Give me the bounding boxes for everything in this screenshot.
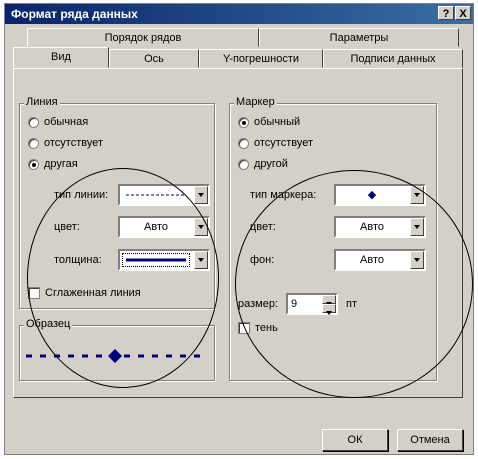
marker-type-label: тип маркера: [250,189,317,201]
line-type-value [120,186,192,204]
marker-color-value: Авто [360,221,384,233]
shadow-checkbox[interactable]: тень [238,322,278,334]
close-button[interactable]: X [455,6,471,20]
marker-option-label: обычный [254,116,301,128]
spin-down-icon[interactable] [322,304,336,315]
marker-option-normal[interactable]: обычный [238,116,300,128]
checkbox-icon [238,322,250,334]
radio-icon [238,137,249,149]
marker-group: Маркер обычный отсутствует другой тип ма… [229,96,437,381]
line-color-label: цвет: [54,221,80,233]
line-type-select[interactable] [118,184,210,206]
radio-icon [28,116,39,128]
dashed-line-icon [126,194,186,196]
marker-color-select[interactable]: Авто [334,216,426,238]
tab-panel-view: Линия обычная отсутствует другая тип лин… [13,68,463,398]
diamond-marker-icon: ◆ [367,189,377,201]
radio-selected-icon [28,158,39,170]
line-group: Линия обычная отсутствует другая тип лин… [19,96,215,309]
marker-size-value: 9 [291,298,298,310]
spin-up-icon[interactable] [322,295,336,306]
tab-data-labels[interactable]: Подписи данных [323,49,463,68]
line-option-label: другая [44,158,78,170]
dialog-window: Формат ряда данных ? X Порядок рядов Пар… [4,3,474,455]
tab-view[interactable]: Вид [13,47,109,68]
window-title: Формат ряда данных [11,7,138,21]
title-bar: Формат ряда данных ? X [5,4,473,24]
tab-series-order[interactable]: Порядок рядов [27,28,259,47]
tab-axis[interactable]: Ось [109,49,199,68]
marker-size-label: размер: [238,298,279,310]
marker-color-label: цвет: [250,221,276,233]
chevron-down-icon[interactable] [194,186,208,204]
shadow-label: тень [255,322,278,334]
marker-size-spinner[interactable]: 9 [286,293,338,315]
smooth-line-checkbox[interactable]: Сглаженная линия [28,287,141,299]
marker-option-label: отсутствует [254,137,314,149]
marker-option-custom[interactable]: другой [238,158,288,170]
line-color-value: Авто [144,221,168,233]
marker-bg-value: Авто [360,254,384,266]
radio-selected-icon [238,116,249,128]
line-option-none[interactable]: отсутствует [28,137,103,149]
radio-icon [238,158,249,170]
ok-button[interactable]: ОК [322,429,388,451]
sample-legend: Образец [24,318,73,330]
line-option-custom[interactable]: другая [28,158,78,170]
marker-option-label: другой [254,158,288,170]
line-type-label: тип линии: [54,189,109,201]
chevron-down-icon[interactable] [194,251,208,269]
line-legend: Линия [24,96,60,108]
line-option-normal[interactable]: обычная [28,116,88,128]
thick-line-icon [126,258,186,262]
line-color-select[interactable]: Авто [118,216,210,238]
line-option-label: отсутствует [44,137,104,149]
radio-icon [28,137,39,149]
cancel-button[interactable]: Отмена [397,429,463,451]
line-width-value [120,251,192,269]
chevron-down-icon[interactable] [194,218,208,236]
line-option-label: обычная [44,116,89,128]
sample-preview [26,349,204,363]
tab-y-error[interactable]: Y-погрешности [199,49,323,68]
marker-legend: Маркер [234,96,277,108]
marker-option-none[interactable]: отсутствует [238,137,313,149]
sample-group: Образец [19,318,215,381]
chevron-down-icon[interactable] [410,251,424,269]
marker-bg-select[interactable]: Авто [334,249,426,271]
marker-bg-label: фон: [250,254,275,266]
marker-size-unit: пт [346,298,357,310]
help-button[interactable]: ? [438,6,454,20]
line-width-label: толщина: [54,254,102,266]
line-width-select[interactable] [118,249,210,271]
diamond-marker-icon [108,349,122,363]
marker-type-select[interactable]: ◆ [334,184,426,206]
chevron-down-icon[interactable] [410,218,424,236]
tab-options[interactable]: Параметры [259,28,459,47]
checkbox-icon [28,287,40,299]
chevron-down-icon[interactable] [410,186,424,204]
smooth-line-label: Сглаженная линия [45,287,141,299]
